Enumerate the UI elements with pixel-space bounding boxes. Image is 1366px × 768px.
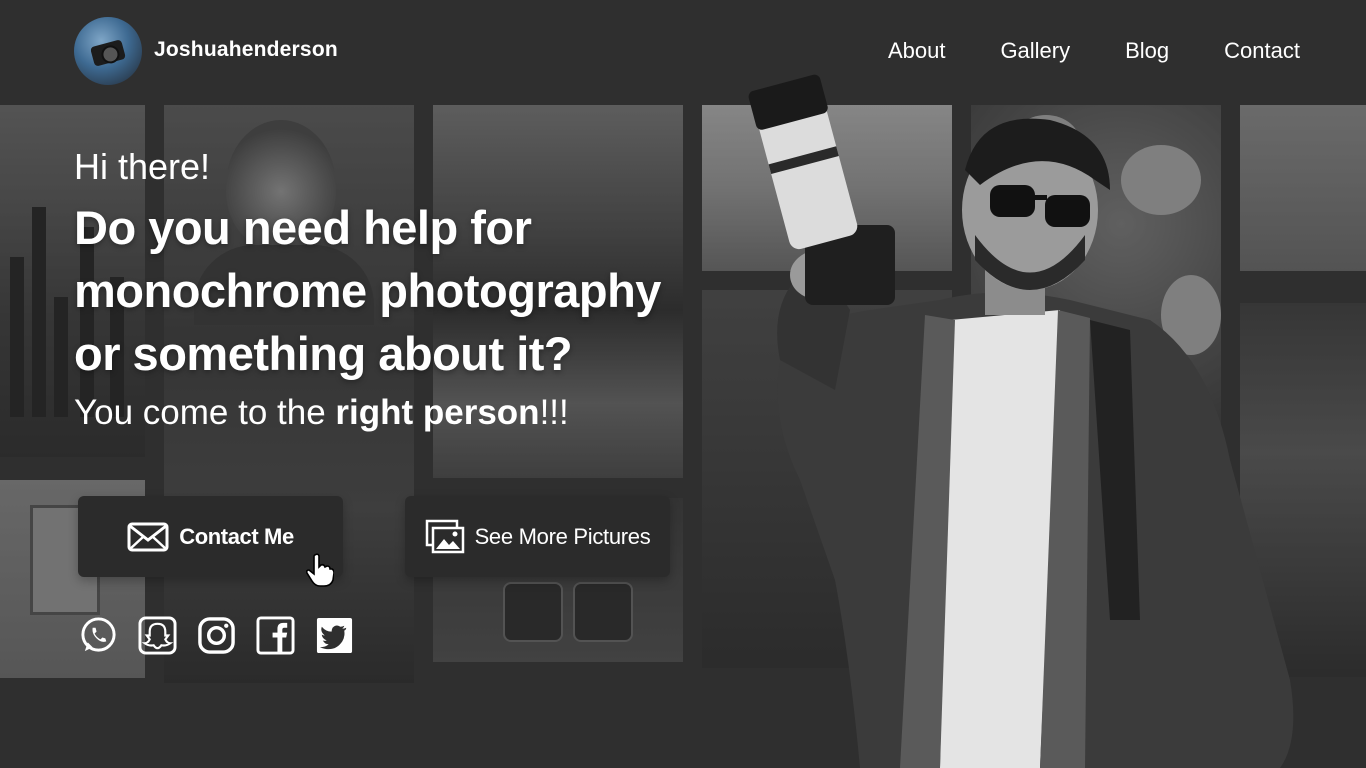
facebook-icon[interactable] bbox=[256, 615, 295, 656]
contact-me-label: Contact Me bbox=[179, 523, 294, 549]
hand-pointer-cursor-icon bbox=[306, 553, 334, 587]
site-header: Joshuahenderson About Gallery Blog Conta… bbox=[0, 0, 1366, 100]
twitter-icon[interactable] bbox=[315, 615, 354, 656]
headline-line-2: monochrome photography bbox=[74, 264, 661, 317]
photographer-figure bbox=[748, 74, 1294, 768]
tagline-suffix: !!! bbox=[539, 393, 569, 432]
snapchat-icon[interactable] bbox=[138, 615, 177, 656]
headline-line-1: Do you need help for bbox=[74, 201, 532, 254]
hero-tagline: You come to the right person!!! bbox=[74, 393, 774, 433]
contact-me-button[interactable]: Contact Me bbox=[78, 496, 343, 577]
whatsapp-icon[interactable] bbox=[79, 615, 118, 656]
nav-contact[interactable]: Contact bbox=[1224, 38, 1300, 64]
hero-headline: Do you need help for monochrome photogra… bbox=[74, 196, 774, 385]
see-more-pictures-button[interactable]: See More Pictures bbox=[405, 496, 670, 577]
social-links bbox=[79, 615, 354, 656]
envelope-icon bbox=[127, 522, 169, 551]
headline-line-3: or something about it? bbox=[74, 327, 573, 380]
brand-name[interactable]: Joshuahenderson bbox=[154, 38, 338, 62]
main-nav: About Gallery Blog Contact bbox=[888, 38, 1300, 64]
see-more-pictures-label: See More Pictures bbox=[474, 523, 651, 549]
instagram-icon[interactable] bbox=[197, 615, 236, 656]
nav-gallery[interactable]: Gallery bbox=[1000, 38, 1070, 64]
pictures-icon bbox=[425, 519, 464, 553]
tagline-prefix: You come to the bbox=[74, 393, 336, 432]
tagline-bold: right person bbox=[335, 393, 540, 432]
hero-section: Hi there! Do you need help for monochrom… bbox=[74, 146, 774, 433]
hero-greeting: Hi there! bbox=[74, 146, 211, 187]
logo-avatar[interactable] bbox=[74, 17, 142, 85]
nav-blog[interactable]: Blog bbox=[1125, 38, 1169, 64]
nav-about[interactable]: About bbox=[888, 38, 946, 64]
